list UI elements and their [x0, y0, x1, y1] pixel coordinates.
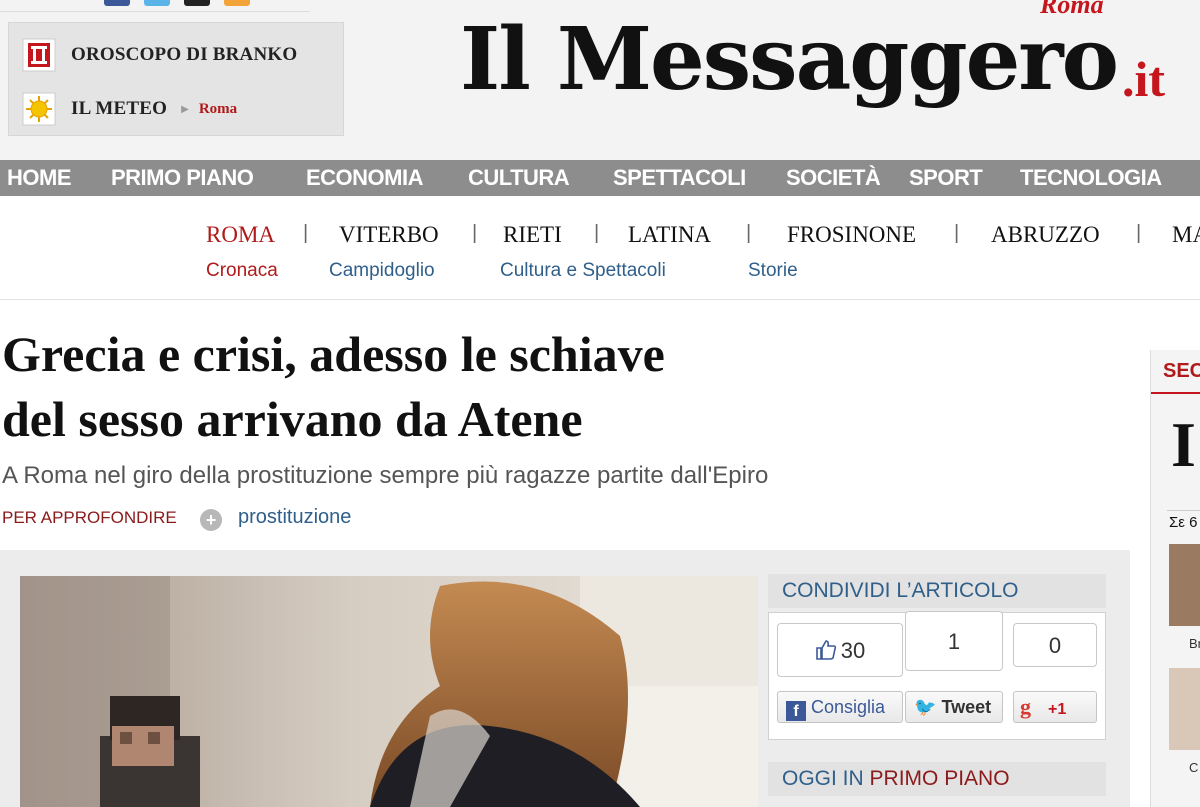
- headline-line-1: Grecia e crisi, adesso le schiave: [2, 326, 665, 382]
- gplus-label: +1: [1048, 701, 1067, 718]
- logo-city: Roma: [1040, 0, 1104, 19]
- facebook-count: 30: [777, 623, 903, 677]
- nav-sport[interactable]: SPORT: [909, 160, 983, 196]
- share-buttons: 30 1 0 f Consiglia 🐦 Tweet g +1: [768, 611, 1106, 740]
- article-subtitle: A Roma nel giro della prostituzione semp…: [2, 462, 769, 489]
- horoscope-label: OROSCOPO DI BRANKO: [71, 44, 298, 65]
- nav-separator: |: [472, 222, 478, 244]
- nav-home[interactable]: HOME: [7, 160, 72, 196]
- nav-tecnologia[interactable]: TECNOLOGIA: [1020, 160, 1162, 196]
- today-title-accent[interactable]: PRIMO PIANO: [870, 767, 1010, 790]
- today-title-prefix: OGGI IN: [782, 767, 864, 790]
- subcat-campidoglio[interactable]: Campidoglio: [329, 260, 435, 282]
- chevron-right-icon: ▶: [181, 103, 189, 115]
- sidebar-title: SEC: [1163, 360, 1200, 382]
- city-rieti[interactable]: RIETI: [503, 222, 562, 248]
- logo-tld: .it: [1122, 51, 1166, 107]
- sidebar-caption: C: [1189, 760, 1199, 775]
- nav-cultura[interactable]: CULTURA: [468, 160, 570, 196]
- social-links-strip: [0, 0, 310, 12]
- local-navigation: ROMA | VITERBO | RIETI | LATINA | FROSIN…: [0, 206, 1200, 300]
- weather-city[interactable]: Roma: [199, 101, 237, 118]
- city-roma[interactable]: ROMA: [206, 222, 275, 248]
- site-header: OROSCOPO DI BRANKO IL METEO ▶ Roma Il Me…: [0, 0, 1200, 160]
- mobile-icon[interactable]: [184, 0, 210, 6]
- gplus-count: 0: [1013, 623, 1097, 667]
- sidebar-thumbnail[interactable]: [1169, 544, 1200, 626]
- nav-primo-piano[interactable]: PRIMO PIANO: [111, 160, 254, 196]
- tag-link[interactable]: prostituzione: [238, 506, 351, 529]
- sidebar-text: Σε 6: [1169, 514, 1198, 531]
- facebook-count-value: 30: [840, 638, 866, 663]
- sidebar-title-divider: [1151, 392, 1200, 394]
- right-sidebar: SEC I Σε 6 Br C: [1150, 350, 1200, 807]
- sun-icon: [21, 91, 57, 127]
- nav-separator: |: [746, 222, 752, 244]
- facebook-icon: f: [786, 701, 806, 721]
- subcat-cultura-spettacoli[interactable]: Cultura e Spettacoli: [500, 260, 666, 282]
- nav-separator: |: [594, 222, 600, 244]
- share-panel: CONDIVIDI L’ARTICOLO 30 1 0 f Consiglia …: [768, 574, 1106, 746]
- facebook-icon[interactable]: [104, 0, 130, 6]
- weather-label: IL METEO: [71, 98, 168, 119]
- city-marche[interactable]: MA: [1172, 222, 1200, 248]
- city-abruzzo[interactable]: ABRUZZO: [991, 222, 1100, 248]
- logo-name: Il Messaggero: [460, 9, 1119, 110]
- site-logo[interactable]: Il Messaggero .it Roma: [460, 0, 1200, 140]
- twitter-count: 1: [905, 611, 1003, 671]
- share-title: CONDIVIDI L’ARTICOLO: [768, 574, 1106, 608]
- twitter-icon[interactable]: [144, 0, 170, 6]
- twitter-bird-icon: 🐦: [914, 697, 937, 717]
- facebook-like-label: Consiglia: [811, 697, 886, 717]
- tweet-button[interactable]: 🐦 Tweet: [905, 691, 1003, 723]
- thumbs-up-icon: [815, 640, 836, 660]
- nav-economia[interactable]: ECONOMIA: [306, 160, 424, 196]
- city-viterbo[interactable]: VITERBO: [339, 222, 439, 248]
- horoscope-icon: [21, 37, 57, 73]
- service-widgets: OROSCOPO DI BRANKO IL METEO ▶ Roma: [8, 22, 344, 136]
- related-label: PER APPROFONDIRE: [2, 508, 177, 527]
- gplus-button[interactable]: g +1: [1013, 691, 1097, 723]
- tweet-label: Tweet: [941, 697, 992, 717]
- nav-societa[interactable]: SOCIETÀ: [786, 160, 881, 196]
- rss-icon[interactable]: [224, 0, 250, 6]
- sidebar-caption: Br: [1189, 636, 1200, 651]
- google-plus-icon: g: [1020, 694, 1031, 719]
- article-headline: Grecia e crisi, adesso le schiave del se…: [2, 322, 1102, 452]
- nav-separator: |: [954, 222, 960, 244]
- city-frosinone[interactable]: FROSINONE: [787, 222, 916, 248]
- sidebar-logo: I: [1171, 409, 1196, 480]
- nav-separator: |: [303, 222, 309, 244]
- headline-line-2: del sesso arrivano da Atene: [2, 391, 583, 447]
- sidebar-thumbnail[interactable]: [1169, 668, 1200, 750]
- today-panel: OGGI IN PRIMO PIANO: [768, 756, 1106, 807]
- subcat-storie[interactable]: Storie: [748, 260, 798, 282]
- plus-icon[interactable]: +: [200, 509, 222, 531]
- nav-spettacoli[interactable]: SPETTACOLI: [613, 160, 746, 196]
- article-photo[interactable]: [20, 576, 758, 807]
- main-navigation: HOME PRIMO PIANO ECONOMIA CULTURA SPETTA…: [0, 160, 1200, 196]
- city-latina[interactable]: LATINA: [628, 222, 711, 248]
- facebook-like-button[interactable]: f Consiglia: [777, 691, 903, 723]
- weather-link[interactable]: IL METEO ▶ Roma: [21, 89, 237, 129]
- horoscope-link[interactable]: OROSCOPO DI BRANKO: [21, 35, 297, 75]
- sidebar-divider: [1167, 510, 1200, 511]
- nav-separator: |: [1136, 222, 1142, 244]
- subcat-cronaca[interactable]: Cronaca: [206, 260, 278, 282]
- today-title: OGGI IN PRIMO PIANO: [768, 762, 1106, 796]
